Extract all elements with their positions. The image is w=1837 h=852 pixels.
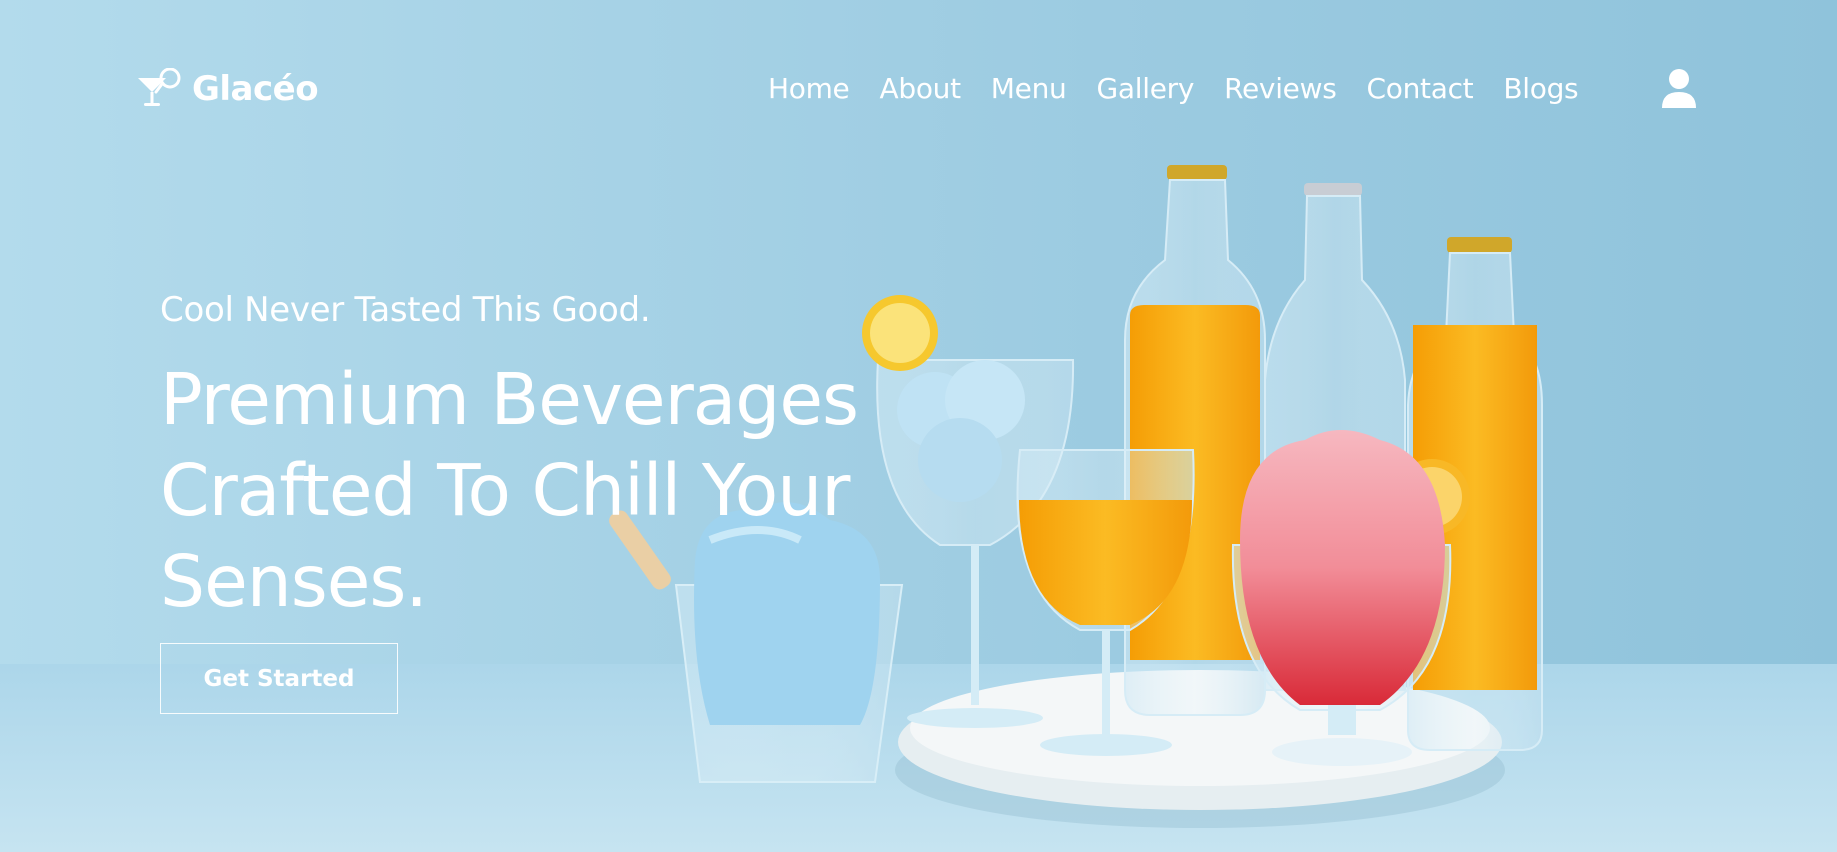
nav-menu[interactable]: Menu (991, 72, 1067, 105)
nav-blogs[interactable]: Blogs (1503, 72, 1578, 105)
brand-name: Glacéo (192, 69, 319, 109)
user-icon (1662, 69, 1696, 108)
user-account-button[interactable] (1660, 68, 1698, 110)
get-started-button[interactable]: Get Started (160, 643, 398, 714)
hero-headline: Premium Beverages Crafted To Chill Your … (160, 358, 859, 623)
nav-contact[interactable]: Contact (1367, 72, 1474, 105)
main-nav: Home About Menu Gallery Reviews Contact … (768, 72, 1608, 105)
cocktail-glass-icon (138, 68, 181, 106)
nav-reviews[interactable]: Reviews (1224, 72, 1337, 105)
nav-about[interactable]: About (880, 72, 962, 105)
hero-tagline: Cool Never Tasted This Good. (160, 290, 651, 330)
nav-gallery[interactable]: Gallery (1096, 72, 1194, 105)
hero-section: Cool Never Tasted This Good. Premium Bev… (160, 286, 920, 627)
brand-logo[interactable]: Glacéo (136, 68, 319, 110)
navbar: Glacéo Home About Menu Gallery Reviews C… (0, 0, 1837, 180)
nav-home[interactable]: Home (768, 72, 850, 105)
